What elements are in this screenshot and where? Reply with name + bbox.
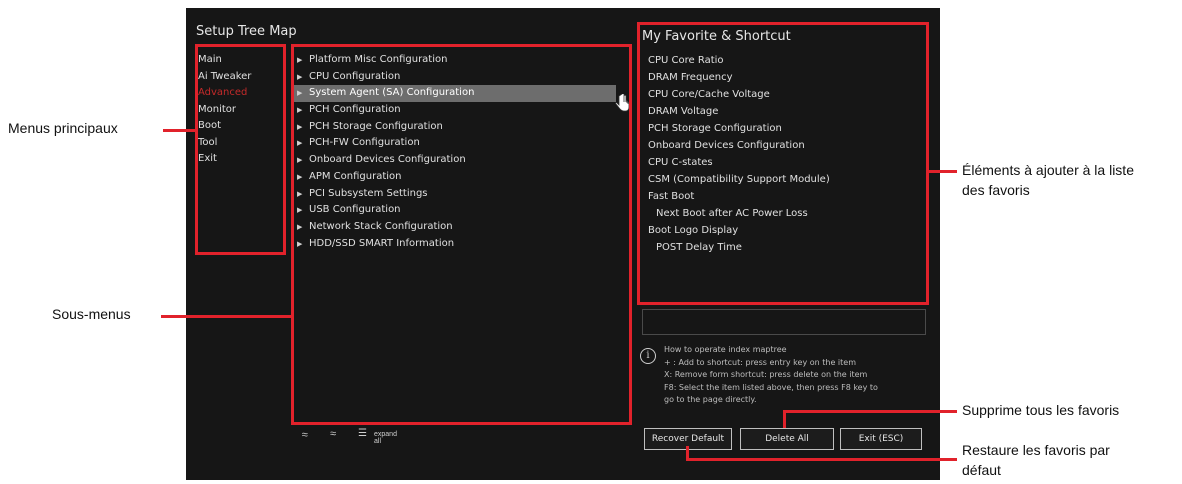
annotation-line-favorites	[929, 170, 957, 173]
annotation-submenus: Sous-menus	[52, 306, 131, 322]
annotation-recover-1: Restaure les favoris par	[962, 442, 1110, 458]
help-line: X: Remove form shortcut: press delete on…	[664, 370, 868, 379]
annotation-menus: Menus principaux	[8, 120, 118, 136]
help-line: How to operate index maptree	[664, 345, 787, 354]
expand-down-icon[interactable]: ≈	[330, 428, 336, 440]
expand-all-label[interactable]: expand all	[374, 431, 397, 445]
annotation-favorites-2: des favoris	[962, 182, 1030, 198]
annotation-vline-delete-all	[783, 410, 786, 428]
submenus-highlight	[291, 44, 632, 425]
expand-all-icon[interactable]: ☰	[358, 428, 367, 439]
exit-button[interactable]: Exit (ESC)	[840, 428, 922, 450]
help-line: F8: Select the item listed above, then p…	[664, 382, 878, 392]
help-line: go to the page directly.	[664, 395, 757, 404]
annotation-line-delete-all	[783, 410, 957, 413]
favorites-highlight	[637, 22, 929, 305]
info-icon: i	[640, 348, 656, 364]
annotation-recover-2: défaut	[962, 462, 1001, 478]
annotation-line-submenus	[161, 315, 291, 318]
setup-tree-map-title: Setup Tree Map	[196, 24, 297, 39]
annotation-delete-all: Supprime tous les favoris	[962, 402, 1120, 418]
annotation-favorites-1: Éléments à ajouter à la liste	[962, 162, 1134, 178]
annotation-line-recover	[686, 458, 957, 461]
delete-all-button[interactable]: Delete All	[740, 428, 834, 450]
collapse-up-icon[interactable]: ≈	[302, 428, 308, 440]
annotation-line-menus	[163, 129, 195, 132]
favorites-empty-area	[642, 309, 926, 335]
main-menus-highlight	[195, 44, 286, 255]
help-line: + : Add to shortcut: press entry key on …	[664, 357, 856, 367]
annotation-vline-recover	[686, 446, 689, 461]
